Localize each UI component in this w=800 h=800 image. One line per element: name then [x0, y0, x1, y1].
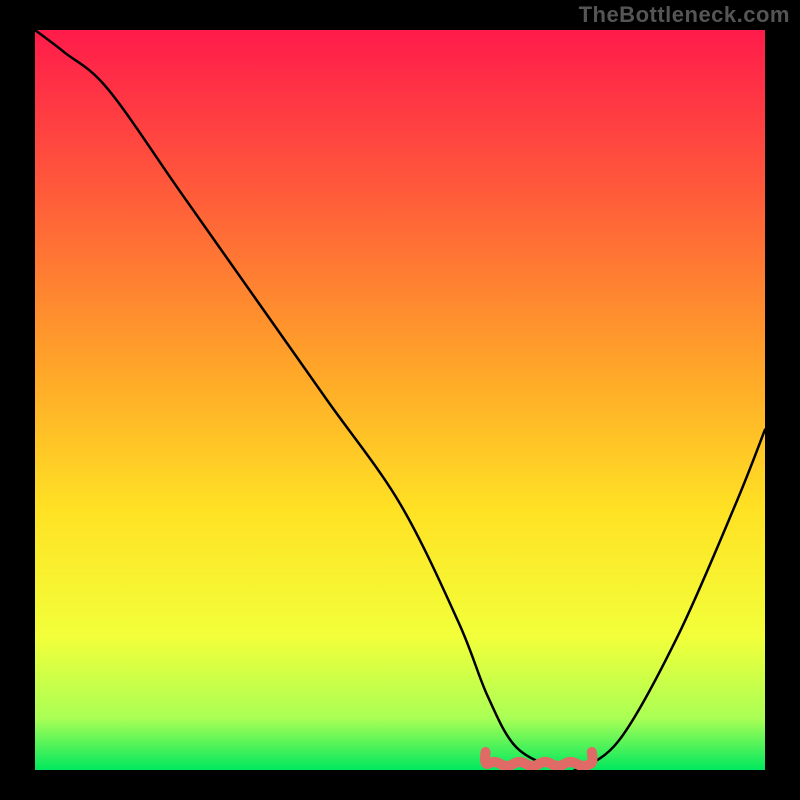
- plot-area: [35, 30, 765, 770]
- chart-frame: TheBottleneck.com: [0, 0, 800, 800]
- chart-svg: [35, 30, 765, 770]
- watermark-text: TheBottleneck.com: [579, 2, 790, 28]
